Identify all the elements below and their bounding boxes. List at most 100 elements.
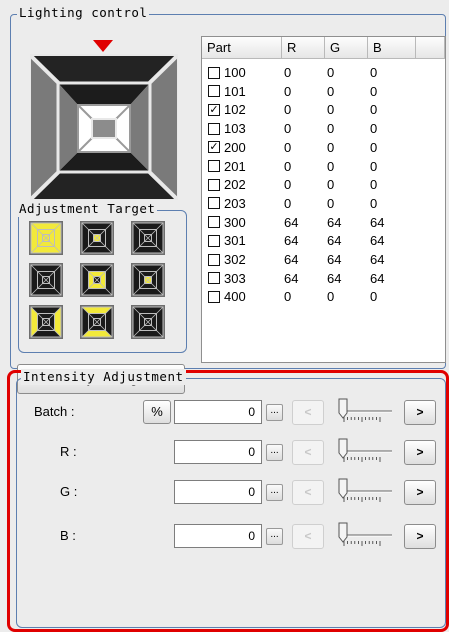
cell-part: 200 [224,139,246,155]
column-header-b[interactable]: B [368,37,416,59]
intensity-slider[interactable] [336,396,394,426]
cell-g: 0 [327,289,335,305]
cell-g: 0 [327,83,335,99]
increase-button[interactable]: > [404,400,436,425]
intensity-value-input[interactable]: 0 [174,480,262,504]
adjustment-target-icon[interactable] [29,263,63,297]
table-row[interactable]: 300 64 64 64 [202,214,442,231]
adjustment-target-title: Adjustment Target [17,201,158,217]
value-picker-button[interactable]: ... [266,404,283,421]
column-header-g[interactable]: G [325,37,368,59]
row-checkbox[interactable]: ✓ [208,103,220,116]
cell-part: 302 [224,252,246,267]
cell-part: 103 [224,121,246,137]
cell-b: 0 [370,195,378,211]
row-checkbox[interactable]: ✓ [208,141,220,154]
table-row[interactable]: 201 0 0 0 [202,158,442,175]
row-checkbox[interactable] [208,216,220,229]
cell-r: 64 [284,252,299,267]
decrease-button: < [292,480,324,505]
decrease-button: < [292,524,324,549]
table-row[interactable]: ✓ 102 0 0 0 [202,101,442,118]
column-header-filler [416,37,445,59]
intensity-label: B : [60,528,76,543]
row-checkbox[interactable] [208,272,220,285]
value-picker-button[interactable]: ... [266,484,283,501]
adjustment-target-icon[interactable] [80,221,114,255]
table-row[interactable]: 301 64 64 64 [202,232,442,249]
cell-b: 64 [370,233,385,249]
slider-thumb [338,398,348,419]
column-header-part[interactable]: Part [202,37,282,59]
intensity-slider[interactable] [336,436,394,466]
cell-part: 102 [224,102,246,118]
row-checkbox[interactable] [208,122,220,135]
row-checkbox[interactable] [208,66,220,79]
cell-g: 64 [327,233,342,249]
table-row[interactable]: 100 0 0 0 [202,64,442,81]
cell-part: 201 [224,158,246,174]
column-header-r[interactable]: R [282,37,325,59]
cell-r: 0 [284,195,292,211]
cell-b: 0 [370,289,378,305]
table-header: Part R G B [202,37,445,61]
adjustment-target-icon[interactable] [29,305,63,339]
intensity-label: Batch : [34,404,75,419]
table-row[interactable]: 202 0 0 0 [202,176,442,193]
cell-b: 0 [370,65,378,80]
table-row[interactable]: 303 64 64 64 [202,270,442,287]
table-row[interactable]: 101 0 0 0 [202,83,442,100]
selection-marker-icon [93,40,113,52]
row-checkbox[interactable] [208,290,220,303]
cell-b: 64 [370,252,385,267]
adjustment-target-icon[interactable] [80,305,114,339]
row-checkbox[interactable] [208,234,220,247]
intensity-value-input[interactable]: 0 [174,400,262,424]
cell-g: 0 [327,121,335,137]
table-row[interactable]: ✓ 200 0 0 0 [202,139,442,156]
adjustment-target-icon[interactable] [80,263,114,297]
percent-button[interactable]: % [143,400,171,424]
intensity-label: G : [60,484,78,499]
intensity-value-input[interactable]: 0 [174,440,262,464]
adjustment-target-icon[interactable] [131,221,165,255]
cell-g: 64 [327,270,342,286]
intensity-slider[interactable] [336,476,394,506]
adjustment-target-icon[interactable] [29,221,63,255]
cell-g: 0 [327,158,335,174]
cell-r: 64 [284,214,299,230]
increase-button[interactable]: > [404,524,436,549]
slider-thumb [338,522,348,543]
table-row[interactable]: 302 64 64 64 [202,251,442,268]
intensity-label: R : [60,444,77,459]
cell-r: 0 [284,158,292,174]
lighting-preview-diagram[interactable] [30,38,178,200]
adjustment-target-icon[interactable] [131,263,165,297]
cell-part: 101 [224,83,246,99]
value-picker-button[interactable]: ... [266,528,283,545]
value-picker-button[interactable]: ... [266,444,283,461]
table-row[interactable]: 400 0 0 0 [202,288,442,305]
row-checkbox[interactable] [208,160,220,172]
cell-r: 64 [284,270,299,286]
intensity-value-input[interactable]: 0 [174,524,262,548]
part-table: Part R G B 100 0 0 0 101 0 0 0 ✓ 102 0 0 0 103 0 0 0 ✓ 200… [201,36,446,363]
row-checkbox[interactable] [208,197,220,210]
cell-r: 0 [284,102,292,118]
increase-button[interactable]: > [404,480,436,505]
cell-part: 400 [224,289,246,305]
row-checkbox[interactable] [208,85,220,98]
cell-r: 0 [284,177,292,193]
table-row[interactable]: 103 0 0 0 [202,120,442,137]
intensity-adjustment-title: Intensity Adjustment [21,369,186,385]
cell-r: 0 [284,289,292,305]
adjustment-target-icon[interactable] [131,305,165,339]
increase-button[interactable]: > [404,440,436,465]
intensity-slider[interactable] [336,520,394,550]
cell-part: 202 [224,177,246,193]
cell-part: 303 [224,270,246,286]
row-checkbox[interactable] [208,178,220,191]
row-checkbox[interactable] [208,253,220,266]
table-row[interactable]: 203 0 0 0 [202,195,442,212]
cell-g: 0 [327,102,335,118]
